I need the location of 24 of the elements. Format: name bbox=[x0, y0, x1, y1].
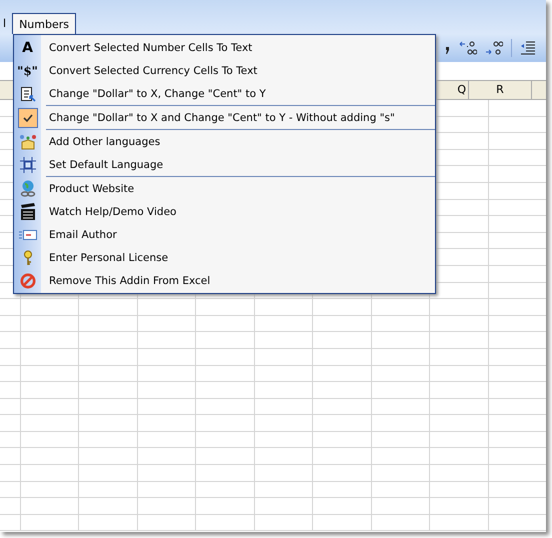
menu-item[interactable]: Set Default Language bbox=[14, 153, 435, 176]
dollar-icon: "$" bbox=[17, 64, 38, 78]
decrease-decimal-icon[interactable] bbox=[485, 41, 503, 55]
frame-icon bbox=[20, 156, 36, 172]
no-entry-icon bbox=[20, 272, 36, 288]
menu-title[interactable]: l bbox=[0, 13, 10, 34]
menu-item[interactable]: Change "Dollar" to X, Change "Cent" to Y bbox=[14, 82, 435, 105]
boxes-icon bbox=[18, 134, 36, 150]
clapperboard-icon bbox=[20, 202, 36, 220]
menu-item[interactable]: Watch Help/Demo Video bbox=[14, 200, 435, 223]
globe-link-icon bbox=[18, 180, 36, 198]
menu-item[interactable]: A Convert Selected Number Cells To Text bbox=[14, 36, 435, 59]
menu-item[interactable]: Enter Personal License bbox=[14, 246, 435, 269]
envelope-icon bbox=[18, 228, 36, 240]
column-header[interactable]: R bbox=[468, 81, 532, 99]
menu-item[interactable]: Email Author bbox=[14, 223, 435, 246]
menu-item[interactable]: Remove This Addin From Excel bbox=[14, 269, 435, 292]
document-arrow-icon bbox=[20, 86, 36, 102]
indent-icon[interactable] bbox=[520, 40, 536, 56]
menu-title[interactable]: Numbers bbox=[12, 13, 76, 34]
key-icon bbox=[22, 250, 32, 266]
increase-decimal-icon[interactable] bbox=[459, 41, 477, 55]
menu-item[interactable]: "$" Convert Selected Currency Cells To Text bbox=[14, 59, 435, 82]
letter-icon: A bbox=[22, 40, 33, 56]
